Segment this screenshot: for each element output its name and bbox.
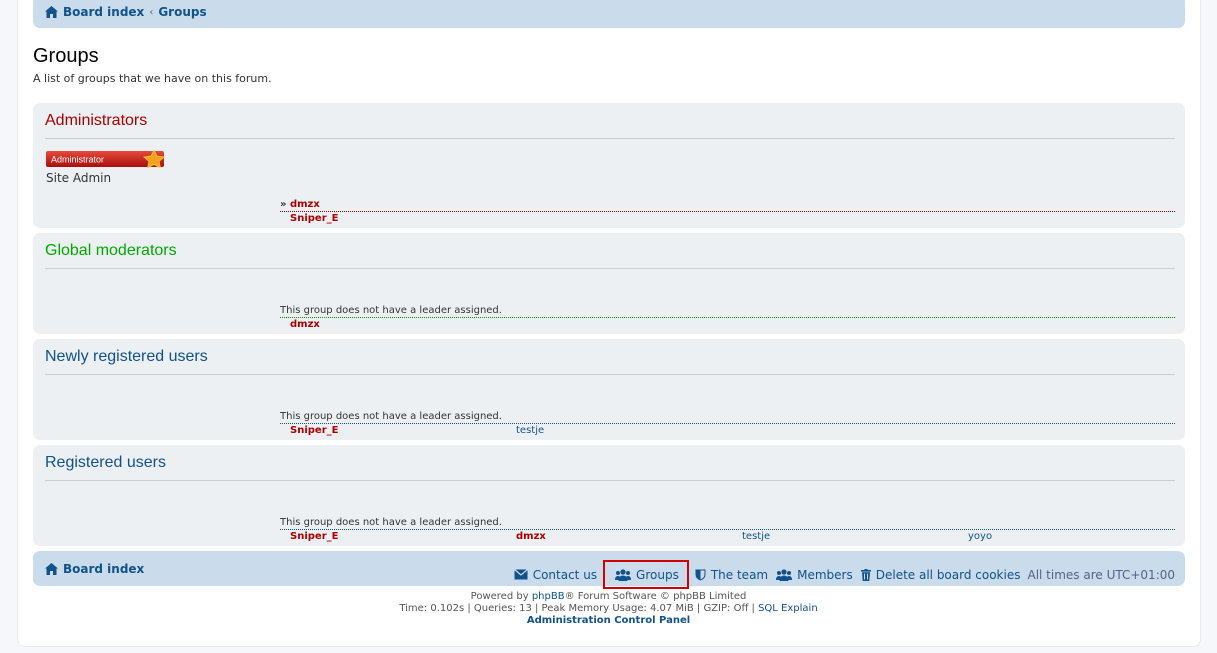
group-panel-administrators: Administrators Administrator Site Admin … <box>33 103 1185 228</box>
breadcrumb: Board index ‹ Groups <box>45 5 207 19</box>
member-link[interactable]: Sniper_E <box>290 425 338 436</box>
breadcrumb-board-index[interactable]: Board index <box>63 5 144 19</box>
group-leader-line: This group does not have a leader assign… <box>280 517 1175 530</box>
footer-board-index-link[interactable]: Board index <box>63 562 144 576</box>
users-icon <box>776 568 793 581</box>
group-title-administrators[interactable]: Administrators <box>45 112 1175 139</box>
home-icon <box>45 563 58 575</box>
group-title-newly-registered-users[interactable]: Newly registered users <box>45 348 1175 375</box>
members-link[interactable]: Members <box>776 568 853 582</box>
groups-link[interactable]: Groups <box>603 560 689 589</box>
shield-icon <box>695 569 706 580</box>
member-link[interactable]: yoyo <box>968 531 992 542</box>
timezone-text: All times are UTC+01:00 <box>1027 567 1175 582</box>
acp-line: Administration Control Panel <box>0 615 1217 627</box>
delete-cookies-link[interactable]: Delete all board cookies <box>860 568 1020 582</box>
rank-title: Site Admin <box>46 171 112 185</box>
bottom-navbar: Board index Contact us Groups The team M… <box>33 551 1185 589</box>
copyright-line: Powered by phpBB® Forum Software © phpBB… <box>470 591 747 602</box>
page-description: A list of groups that we have on this fo… <box>33 72 272 85</box>
envelope-icon <box>513 569 528 580</box>
group-leader-line: » dmzx <box>280 199 1175 212</box>
top-navbar: Board index ‹ Groups <box>33 0 1185 28</box>
the-team-link[interactable]: The team <box>695 568 768 582</box>
member-link[interactable]: testje <box>516 425 544 436</box>
group-leader-line: This group does not have a leader assign… <box>280 305 1175 318</box>
page-title: Groups <box>33 45 99 67</box>
rank-image-label: Administrator <box>51 155 104 165</box>
leader-prefix-icon: » <box>280 199 287 210</box>
home-icon <box>45 6 58 18</box>
debug-stats-line: Time: 0.102s | Queries: 13 | Peak Memory… <box>399 603 818 614</box>
phpbb-link[interactable]: phpBB <box>532 591 565 602</box>
group-title-registered-users[interactable]: Registered users <box>45 454 1175 481</box>
group-panel-newly-registered-users: Newly registered users This group does n… <box>33 339 1185 440</box>
footer-breadcrumb: Board index <box>45 562 144 576</box>
footer-links: Contact us Groups The team Members Delet… <box>506 560 1175 589</box>
group-title-global-moderators[interactable]: Global moderators <box>45 242 1175 269</box>
breadcrumb-separator-icon: ‹ <box>149 6 154 18</box>
member-link[interactable]: Sniper_E <box>290 531 338 542</box>
users-group-icon <box>615 569 632 581</box>
member-link[interactable]: Sniper_E <box>290 213 338 224</box>
contact-us-link[interactable]: Contact us <box>513 568 597 582</box>
administrator-rank-image: Administrator <box>46 150 165 168</box>
sql-explain-link[interactable]: SQL Explain <box>758 603 818 614</box>
leader-link-dmzx[interactable]: dmzx <box>290 199 320 210</box>
trash-icon <box>860 568 871 581</box>
group-leader-line: This group does not have a leader assign… <box>280 411 1175 424</box>
group-panel-global-moderators: Global moderators This group does not ha… <box>33 233 1185 334</box>
group-panel-registered-users: Registered users This group does not hav… <box>33 445 1185 546</box>
member-link[interactable]: dmzx <box>290 319 320 330</box>
breadcrumb-groups[interactable]: Groups <box>158 5 206 19</box>
member-link[interactable]: testje <box>742 531 770 542</box>
admin-control-panel-link[interactable]: Administration Control Panel <box>527 615 690 626</box>
member-link[interactable]: dmzx <box>516 531 546 542</box>
